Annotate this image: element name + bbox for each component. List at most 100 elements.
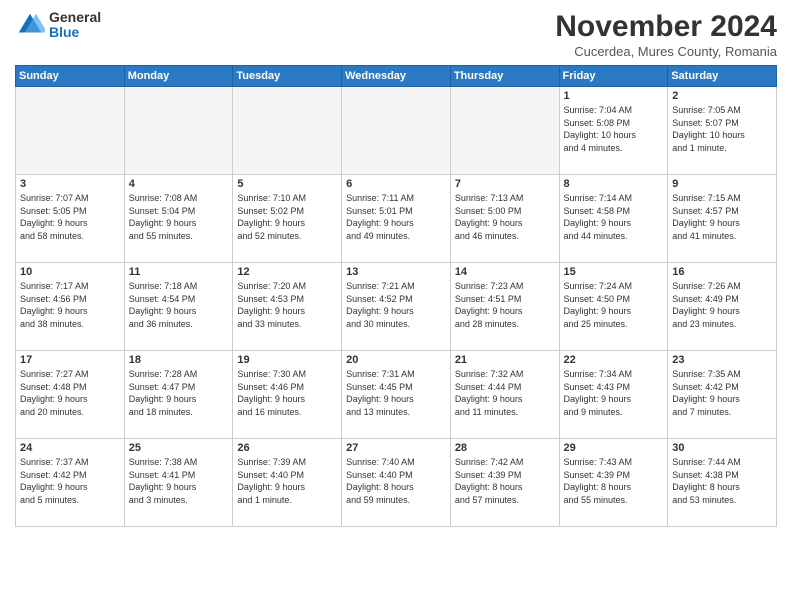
day-info: Sunrise: 7:42 AM Sunset: 4:39 PM Dayligh… <box>455 456 555 506</box>
calendar-cell: 21 Sunrise: 7:32 AM Sunset: 4:44 PM Dayli… <box>450 351 559 439</box>
calendar-cell <box>16 87 125 175</box>
day-info: Sunrise: 7:08 AM Sunset: 5:04 PM Dayligh… <box>129 192 229 242</box>
calendar-cell: 11 Sunrise: 7:18 AM Sunset: 4:54 PM Dayli… <box>124 263 233 351</box>
logo-general: General <box>49 10 101 25</box>
day-info: Sunrise: 7:39 AM Sunset: 4:40 PM Dayligh… <box>237 456 337 506</box>
day-number: 9 <box>672 178 772 190</box>
day-info: Sunrise: 7:15 AM Sunset: 4:57 PM Dayligh… <box>672 192 772 242</box>
calendar-cell: 22Sunrise: 7:34 AM Sunset: 4:43 PM Dayli… <box>559 351 668 439</box>
day-info: Sunrise: 7:10 AM Sunset: 5:02 PM Dayligh… <box>237 192 337 242</box>
day-info: Sunrise: 7:07 AM Sunset: 5:05 PM Dayligh… <box>20 192 120 242</box>
weekday-header: Thursday <box>450 66 559 87</box>
calendar-cell: 9 Sunrise: 7:15 AM Sunset: 4:57 PM Daylig… <box>668 175 777 263</box>
day-number: 13 <box>346 266 446 278</box>
calendar-cell: 28 Sunrise: 7:42 AM Sunset: 4:39 PM Dayli… <box>450 439 559 527</box>
calendar-cell: 1 Sunrise: 7:04 AM Sunset: 5:08 PM Daylig… <box>559 87 668 175</box>
day-number: 6 <box>346 178 446 190</box>
title-block: November 2024 Cucerdea, Mures County, Ro… <box>555 10 777 59</box>
day-number: 18 <box>129 354 229 366</box>
day-number: 30 <box>672 442 772 454</box>
day-info: Sunrise: 7:26 AM Sunset: 4:49 PM Dayligh… <box>672 280 772 330</box>
calendar-body: 1 Sunrise: 7:04 AM Sunset: 5:08 PM Daylig… <box>16 87 777 527</box>
calendar-header: SundayMondayTuesdayWednesdayThursdayFrid… <box>16 66 777 87</box>
weekday-header: Saturday <box>668 66 777 87</box>
calendar-cell: 10 Sunrise: 7:17 AM Sunset: 4:56 PM Dayli… <box>16 263 125 351</box>
day-number: 8 <box>564 178 664 190</box>
calendar-cell <box>450 87 559 175</box>
calendar-cell: 20Sunrise: 7:31 AM Sunset: 4:45 PM Dayli… <box>342 351 451 439</box>
day-number: 14 <box>455 266 555 278</box>
day-number: 3 <box>20 178 120 190</box>
calendar-cell: 7 Sunrise: 7:13 AM Sunset: 5:00 PM Daylig… <box>450 175 559 263</box>
calendar-cell <box>233 87 342 175</box>
logo-icon <box>15 10 45 40</box>
calendar-row: 1 Sunrise: 7:04 AM Sunset: 5:08 PM Daylig… <box>16 87 777 175</box>
calendar-cell: 30 Sunrise: 7:44 AM Sunset: 4:38 PM Dayli… <box>668 439 777 527</box>
calendar-cell: 24Sunrise: 7:37 AM Sunset: 4:42 PM Dayli… <box>16 439 125 527</box>
calendar-cell: 15 Sunrise: 7:24 AM Sunset: 4:50 PM Dayli… <box>559 263 668 351</box>
day-info: Sunrise: 7:17 AM Sunset: 4:56 PM Dayligh… <box>20 280 120 330</box>
weekday-header: Sunday <box>16 66 125 87</box>
location-subtitle: Cucerdea, Mures County, Romania <box>555 44 777 59</box>
day-number: 25 <box>129 442 229 454</box>
weekday-header: Friday <box>559 66 668 87</box>
calendar-cell: 6 Sunrise: 7:11 AM Sunset: 5:01 PM Daylig… <box>342 175 451 263</box>
day-number: 7 <box>455 178 555 190</box>
day-number: 1 <box>564 90 664 102</box>
weekday-header: Tuesday <box>233 66 342 87</box>
day-info: Sunrise: 7:31 AM Sunset: 4:45 PM Dayligh… <box>346 368 446 418</box>
header: General Blue November 2024 Cucerdea, Mur… <box>15 10 777 59</box>
day-info: Sunrise: 7:18 AM Sunset: 4:54 PM Dayligh… <box>129 280 229 330</box>
day-number: 5 <box>237 178 337 190</box>
day-number: 11 <box>129 266 229 278</box>
calendar-row: 10 Sunrise: 7:17 AM Sunset: 4:56 PM Dayli… <box>16 263 777 351</box>
page: General Blue November 2024 Cucerdea, Mur… <box>0 0 792 612</box>
calendar-row: 3 Sunrise: 7:07 AM Sunset: 5:05 PM Daylig… <box>16 175 777 263</box>
day-info: Sunrise: 7:43 AM Sunset: 4:39 PM Dayligh… <box>564 456 664 506</box>
day-info: Sunrise: 7:14 AM Sunset: 4:58 PM Dayligh… <box>564 192 664 242</box>
day-number: 27 <box>346 442 446 454</box>
calendar-cell: 3 Sunrise: 7:07 AM Sunset: 5:05 PM Daylig… <box>16 175 125 263</box>
day-number: 19 <box>237 354 337 366</box>
day-number: 2 <box>672 90 772 102</box>
day-number: 29 <box>564 442 664 454</box>
day-number: 23 <box>672 354 772 366</box>
logo-blue: Blue <box>49 25 101 40</box>
day-info: Sunrise: 7:11 AM Sunset: 5:01 PM Dayligh… <box>346 192 446 242</box>
calendar-row: 17Sunrise: 7:27 AM Sunset: 4:48 PM Dayli… <box>16 351 777 439</box>
calendar-cell: 23Sunrise: 7:35 AM Sunset: 4:42 PM Dayli… <box>668 351 777 439</box>
calendar-cell: 29 Sunrise: 7:43 AM Sunset: 4:39 PM Dayli… <box>559 439 668 527</box>
day-info: Sunrise: 7:13 AM Sunset: 5:00 PM Dayligh… <box>455 192 555 242</box>
day-number: 10 <box>20 266 120 278</box>
day-info: Sunrise: 7:04 AM Sunset: 5:08 PM Dayligh… <box>564 104 664 154</box>
day-info: Sunrise: 7:40 AM Sunset: 4:40 PM Dayligh… <box>346 456 446 506</box>
logo: General Blue <box>15 10 101 41</box>
day-info: Sunrise: 7:38 AM Sunset: 4:41 PM Dayligh… <box>129 456 229 506</box>
calendar-cell: 16Sunrise: 7:26 AM Sunset: 4:49 PM Dayli… <box>668 263 777 351</box>
calendar-cell <box>342 87 451 175</box>
month-title: November 2024 <box>555 10 777 44</box>
day-info: Sunrise: 7:44 AM Sunset: 4:38 PM Dayligh… <box>672 456 772 506</box>
day-number: 15 <box>564 266 664 278</box>
logo-text: General Blue <box>49 10 101 41</box>
day-info: Sunrise: 7:37 AM Sunset: 4:42 PM Dayligh… <box>20 456 120 506</box>
day-info: Sunrise: 7:24 AM Sunset: 4:50 PM Dayligh… <box>564 280 664 330</box>
day-number: 17 <box>20 354 120 366</box>
day-number: 28 <box>455 442 555 454</box>
calendar-cell: 12Sunrise: 7:20 AM Sunset: 4:53 PM Dayli… <box>233 263 342 351</box>
calendar-cell: 2 Sunrise: 7:05 AM Sunset: 5:07 PM Daylig… <box>668 87 777 175</box>
day-number: 22 <box>564 354 664 366</box>
day-info: Sunrise: 7:05 AM Sunset: 5:07 PM Dayligh… <box>672 104 772 154</box>
day-number: 21 <box>455 354 555 366</box>
calendar-cell: 14Sunrise: 7:23 AM Sunset: 4:51 PM Dayli… <box>450 263 559 351</box>
calendar-cell: 19Sunrise: 7:30 AM Sunset: 4:46 PM Dayli… <box>233 351 342 439</box>
calendar-cell: 4 Sunrise: 7:08 AM Sunset: 5:04 PM Daylig… <box>124 175 233 263</box>
calendar-cell: 18Sunrise: 7:28 AM Sunset: 4:47 PM Dayli… <box>124 351 233 439</box>
day-number: 4 <box>129 178 229 190</box>
calendar-row: 24Sunrise: 7:37 AM Sunset: 4:42 PM Dayli… <box>16 439 777 527</box>
weekday-header: Wednesday <box>342 66 451 87</box>
calendar-cell: 5 Sunrise: 7:10 AM Sunset: 5:02 PM Daylig… <box>233 175 342 263</box>
weekday-row: SundayMondayTuesdayWednesdayThursdayFrid… <box>16 66 777 87</box>
calendar-cell: 8 Sunrise: 7:14 AM Sunset: 4:58 PM Daylig… <box>559 175 668 263</box>
day-info: Sunrise: 7:32 AM Sunset: 4:44 PM Dayligh… <box>455 368 555 418</box>
